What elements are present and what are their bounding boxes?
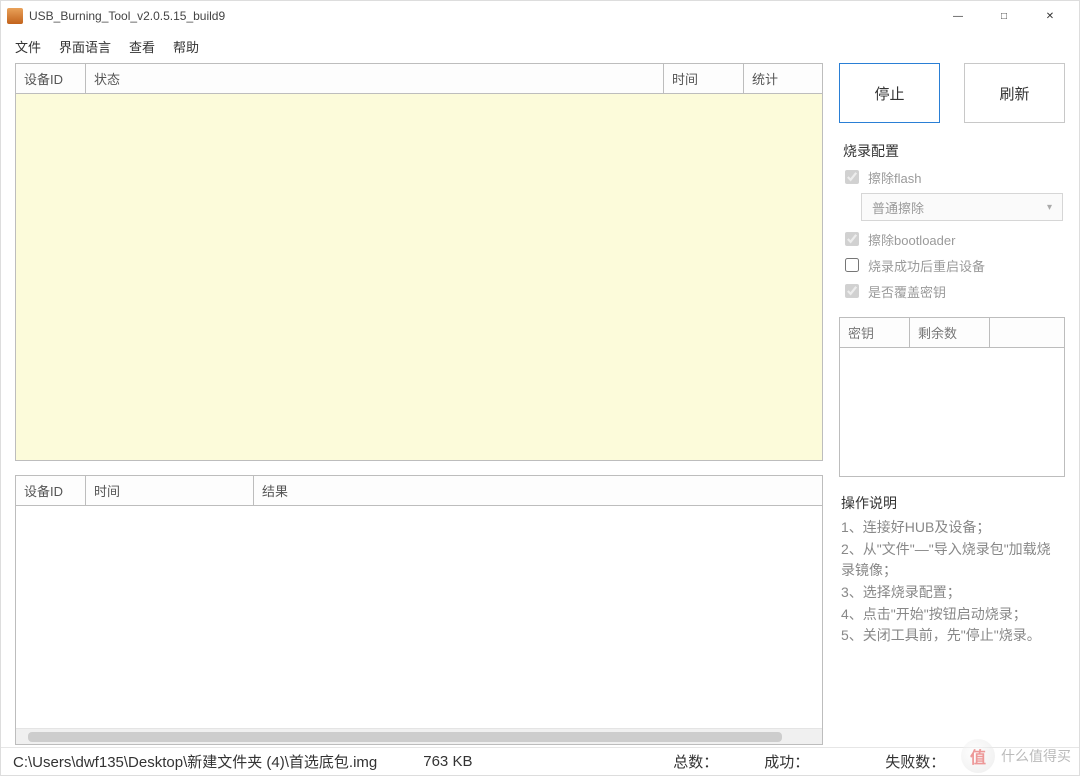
instruction-line: 1、连接好HUB及设备；	[841, 517, 1063, 539]
erase-mode-select[interactable]: 普通擦除 ▾	[861, 193, 1063, 221]
status-fail: 失败数：	[877, 751, 953, 772]
reboot-after-check[interactable]: 烧录成功后重启设备	[841, 255, 1063, 275]
instruction-line: 5、关闭工具前，先"停止"烧录。	[841, 625, 1063, 647]
erase-mode-value: 普通擦除	[872, 198, 924, 217]
chevron-down-icon: ▾	[1047, 202, 1052, 213]
status-success: 成功：	[756, 751, 817, 772]
status-total: 总数：	[665, 751, 726, 772]
window-title: USB_Burning_Tool_v2.0.5.15_build9	[29, 9, 225, 23]
col-remaining[interactable]: 剩余数	[910, 318, 990, 347]
col-time[interactable]: 时间	[664, 64, 744, 93]
maximize-icon: □	[1001, 11, 1007, 22]
instruction-line: 4、点击"开始"按钮启动烧录；	[841, 604, 1063, 626]
status-size: 763 KB	[415, 753, 665, 770]
overwrite-key-label: 是否覆盖密钥	[868, 282, 946, 301]
maximize-button[interactable]: □	[981, 1, 1027, 31]
minimize-icon: —	[953, 11, 963, 22]
col-key[interactable]: 密钥	[840, 318, 910, 347]
reboot-after-checkbox[interactable]	[845, 258, 859, 272]
col-device-id[interactable]: 设备ID	[16, 64, 86, 93]
close-button[interactable]: ✕	[1027, 1, 1073, 31]
overwrite-key-checkbox[interactable]	[845, 284, 859, 298]
reboot-after-label: 烧录成功后重启设备	[868, 256, 985, 275]
minimize-button[interactable]: —	[935, 1, 981, 31]
instructions-title: 操作说明	[841, 493, 1065, 513]
device-status-body	[16, 94, 822, 460]
menu-help[interactable]: 帮助	[173, 37, 199, 56]
erase-flash-checkbox[interactable]	[845, 170, 859, 184]
erase-flash-label: 擦除flash	[868, 168, 921, 187]
results-panel: 设备ID 时间 结果	[15, 475, 823, 745]
erase-bootloader-check[interactable]: 擦除bootloader	[841, 229, 1063, 249]
config-title: 烧录配置	[843, 141, 1063, 161]
menu-file[interactable]: 文件	[15, 37, 41, 56]
overwrite-key-check[interactable]: 是否覆盖密钥	[841, 281, 1063, 301]
instruction-line: 3、选择烧录配置；	[841, 582, 1063, 604]
col-status[interactable]: 状态	[86, 64, 664, 93]
instructions-text: 1、连接好HUB及设备； 2、从"文件"—"导入烧录包"加载烧录镜像； 3、选择…	[839, 517, 1065, 647]
menu-language[interactable]: 界面语言	[59, 37, 111, 56]
erase-bootloader-label: 擦除bootloader	[868, 230, 955, 249]
refresh-button[interactable]: 刷新	[964, 63, 1065, 123]
status-path: C:\Users\dwf135\Desktop\新建文件夹 (4)\首选底包.i…	[5, 751, 385, 772]
results-body	[16, 506, 822, 728]
col-result-time[interactable]: 时间	[86, 476, 254, 505]
menu-view[interactable]: 查看	[129, 37, 155, 56]
close-icon: ✕	[1046, 11, 1054, 22]
results-scrollbar[interactable]	[16, 728, 822, 744]
erase-flash-check[interactable]: 擦除flash	[841, 167, 1063, 187]
erase-bootloader-checkbox[interactable]	[845, 232, 859, 246]
titlebar: USB_Burning_Tool_v2.0.5.15_build9 — □ ✕	[1, 1, 1079, 31]
col-result-result[interactable]: 结果	[254, 476, 822, 505]
stop-button[interactable]: 停止	[839, 63, 940, 123]
col-stats[interactable]: 统计	[744, 64, 822, 93]
statusbar: C:\Users\dwf135\Desktop\新建文件夹 (4)\首选底包.i…	[1, 747, 1079, 775]
col-result-device-id[interactable]: 设备ID	[16, 476, 86, 505]
instruction-line: 2、从"文件"—"导入烧录包"加载烧录镜像；	[841, 539, 1063, 582]
col-key-spacer	[990, 318, 1064, 347]
key-panel: 密钥 剩余数	[839, 317, 1065, 477]
menubar: 文件 界面语言 查看 帮助	[1, 31, 1079, 66]
app-icon	[7, 8, 23, 24]
burn-config-group: 烧录配置 擦除flash 普通擦除 ▾ 擦除bootloader 烧录成功后重启…	[839, 137, 1065, 307]
device-status-panel: 设备ID 状态 时间 统计	[15, 63, 823, 461]
